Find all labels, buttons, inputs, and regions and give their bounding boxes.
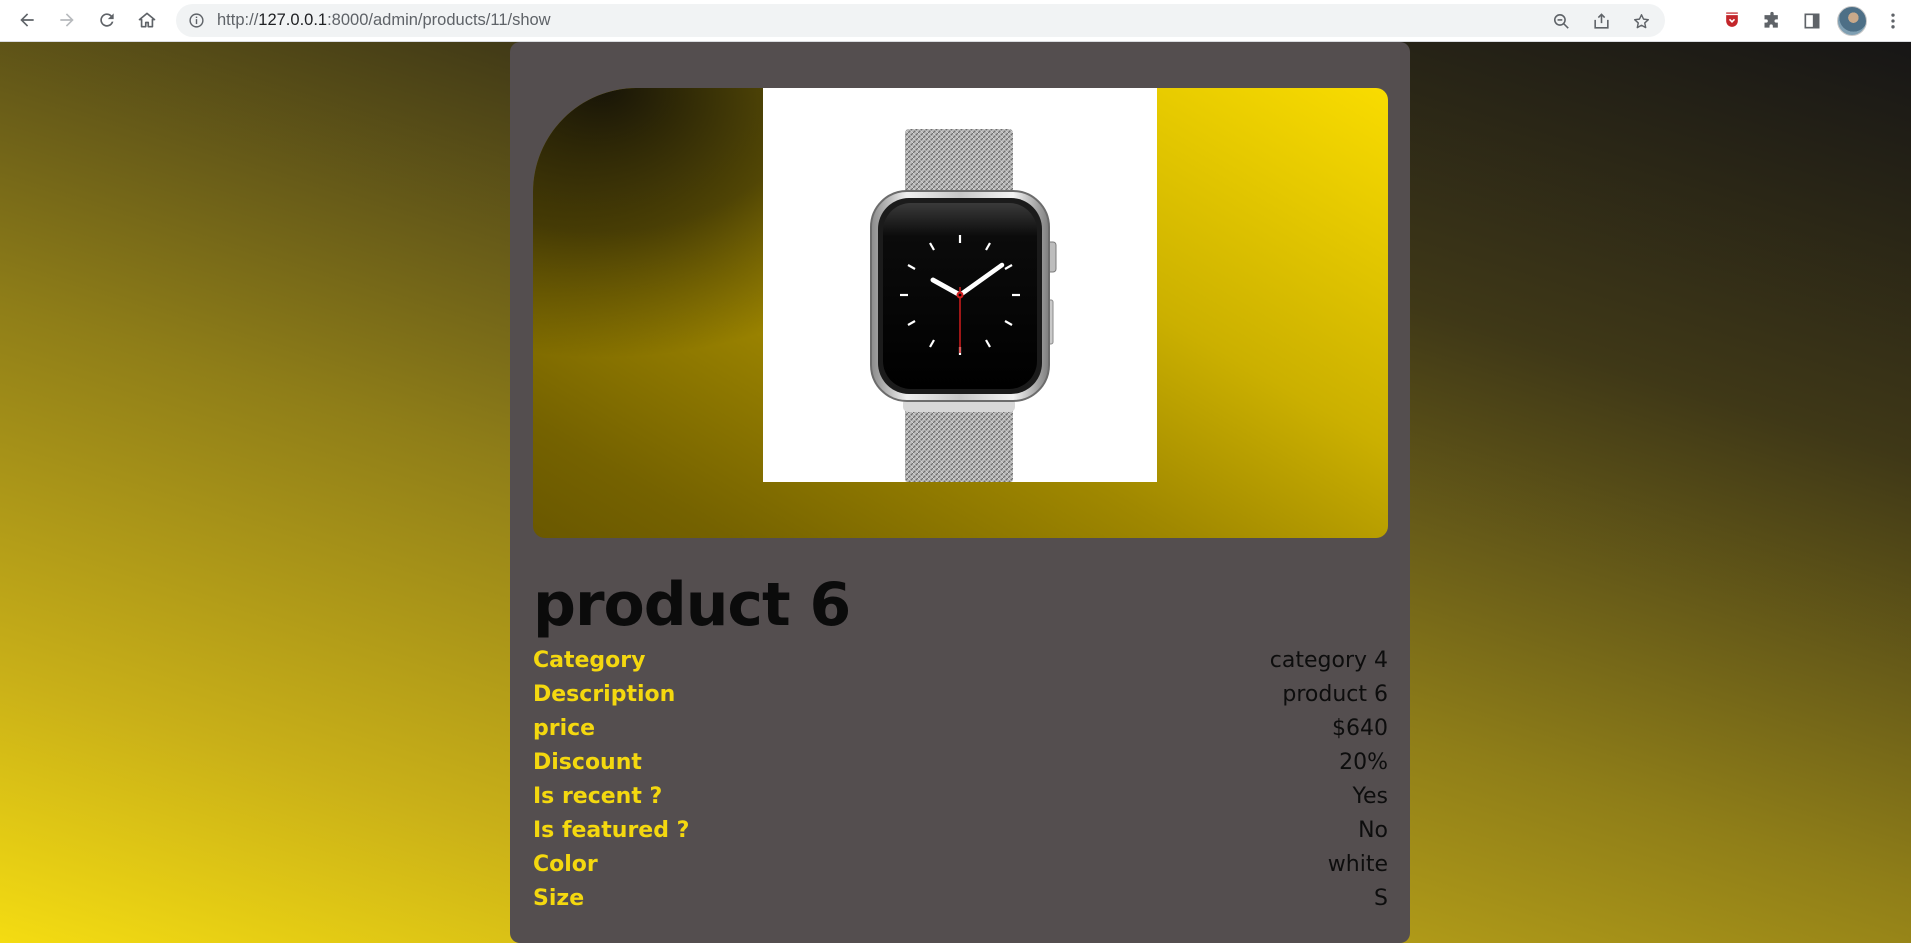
detail-row-size: Size S xyxy=(533,886,1388,920)
watch-illustration xyxy=(870,129,1057,482)
detail-value: $640 xyxy=(1332,716,1388,741)
detail-row-is-recent: Is recent ? Yes xyxy=(533,784,1388,818)
detail-label: Category xyxy=(533,648,646,673)
detail-label: Discount xyxy=(533,750,642,775)
detail-value: category 4 xyxy=(1269,648,1388,673)
detail-value: white xyxy=(1327,852,1388,877)
detail-value: No xyxy=(1358,818,1388,843)
detail-value: product 6 xyxy=(1282,682,1388,707)
detail-value: 20% xyxy=(1339,750,1388,775)
star-icon[interactable] xyxy=(1628,8,1654,34)
detail-row-description: Description product 6 xyxy=(533,682,1388,716)
share-icon[interactable] xyxy=(1588,8,1614,34)
page-background: product 6 Category category 4 Descriptio… xyxy=(0,42,1911,943)
detail-label: Is featured ? xyxy=(533,818,690,843)
detail-row-color: Color white xyxy=(533,852,1388,886)
kebab-menu-icon[interactable] xyxy=(1879,5,1907,37)
back-arrow-icon[interactable] xyxy=(12,5,42,35)
detail-row-discount: Discount 20% xyxy=(533,750,1388,784)
url-scheme: http:// xyxy=(217,11,259,29)
product-title: product 6 xyxy=(533,570,851,640)
side-panel-icon[interactable] xyxy=(1796,5,1828,37)
url-text[interactable]: http://127.0.0.1:8000/admin/products/11/… xyxy=(217,11,551,30)
avatar[interactable] xyxy=(1837,6,1867,36)
detail-row-is-featured: Is featured ? No xyxy=(533,818,1388,852)
detail-row-price: price $640 xyxy=(533,716,1388,750)
browser-toolbar: http://127.0.0.1:8000/admin/products/11/… xyxy=(0,0,1911,42)
detail-label: Description xyxy=(533,682,676,707)
reload-icon[interactable] xyxy=(92,5,122,35)
info-icon[interactable] xyxy=(188,12,205,29)
detail-label: price xyxy=(533,716,596,741)
detail-value: Yes xyxy=(1352,784,1388,809)
product-card: product 6 Category category 4 Descriptio… xyxy=(510,42,1410,943)
detail-label: Size xyxy=(533,886,585,911)
home-icon[interactable] xyxy=(132,5,162,35)
forward-arrow-icon[interactable] xyxy=(52,5,82,35)
detail-label: Color xyxy=(533,852,598,877)
puzzle-icon[interactable] xyxy=(1756,5,1788,37)
url-path: :8000/admin/products/11/show xyxy=(327,11,551,29)
address-bar[interactable]: http://127.0.0.1:8000/admin/products/11/… xyxy=(176,4,1665,37)
product-hero xyxy=(533,88,1388,538)
detail-label: Is recent ? xyxy=(533,784,663,809)
detail-row-category: Category category 4 xyxy=(533,648,1388,682)
product-image xyxy=(763,88,1157,482)
shield-extension-icon[interactable] xyxy=(1716,5,1748,37)
detail-value: S xyxy=(1374,886,1388,911)
zoom-out-icon[interactable] xyxy=(1548,8,1574,34)
product-details-list: Category category 4 Description product … xyxy=(533,648,1388,920)
url-host: 127.0.0.1 xyxy=(258,11,328,29)
